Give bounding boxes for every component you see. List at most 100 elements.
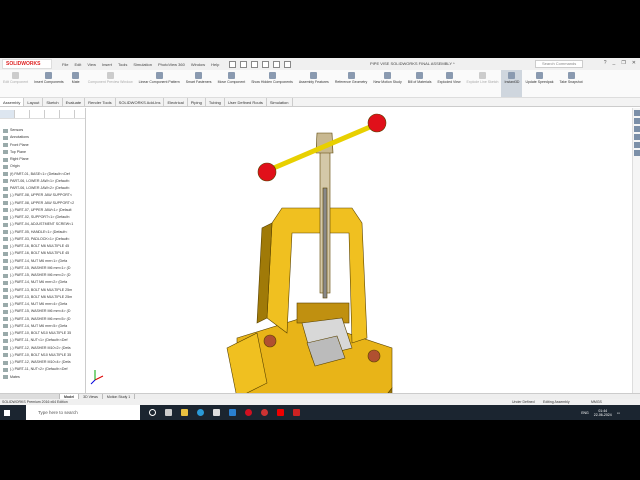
- tree-item[interactable]: (-) PART-16, BOLT M6 MULTIPLE 45: [3, 250, 85, 257]
- custom-properties-icon[interactable]: [634, 150, 640, 156]
- tree-item[interactable]: (-) PART-03, PADLOCK<1> (Default<: [3, 236, 85, 243]
- tree-item[interactable]: (-) PART-16, BOLT M6 MULTIPLE 45: [3, 243, 85, 250]
- store-icon[interactable]: [213, 409, 220, 416]
- task-view-icon[interactable]: [165, 409, 172, 416]
- command-reference-geometry[interactable]: Reference Geometry: [332, 70, 371, 97]
- feature-tree-tab[interactable]: [0, 110, 15, 118]
- tree-item[interactable]: Right Plane: [3, 156, 85, 163]
- command-linear-component-pattern[interactable]: Linear Component Pattern: [136, 70, 183, 97]
- menu-item-view[interactable]: View: [87, 62, 96, 67]
- tree-item[interactable]: (-) PART-14, NUT M6 mm<2> (Defa: [3, 279, 85, 286]
- menu-item-insert[interactable]: Insert: [102, 62, 112, 67]
- command-take-snapshot[interactable]: Take Snapshot: [556, 70, 585, 97]
- tree-item[interactable]: PART-06, LOWER JAW<1> (Default<: [3, 178, 85, 185]
- command-update-speedpak[interactable]: Update Speedpak: [522, 70, 556, 97]
- command-explode-line-sketch[interactable]: Explode Line Sketch: [464, 70, 502, 97]
- clock-date[interactable]: 22-06-2024: [594, 413, 612, 417]
- dimxpert-tab[interactable]: [45, 110, 60, 118]
- tree-item[interactable]: (-) PART-07, UPPER JAW<1> (Default: [3, 207, 85, 214]
- command-insert-components[interactable]: Insert Components: [31, 70, 67, 97]
- tab-render-tools[interactable]: Render Tools: [85, 98, 116, 106]
- tree-item[interactable]: (-) PART-13, BOLT M6 MULTIPLE 25m: [3, 294, 85, 301]
- tree-item[interactable]: (-) PART-11, NUT<2> (Default<<Def: [3, 366, 85, 373]
- appearances-icon[interactable]: [634, 142, 640, 148]
- command-new-motion-study[interactable]: New Motion Study: [370, 70, 404, 97]
- resources-icon[interactable]: [634, 110, 640, 116]
- tree-item[interactable]: (-) PART-11, NUT<1> (Default<<Def: [3, 337, 85, 344]
- tab-evaluate[interactable]: Evaluate: [63, 98, 86, 106]
- undo-icon[interactable]: [273, 60, 281, 68]
- notification-icon[interactable]: ▭: [617, 411, 620, 415]
- language-indicator[interactable]: ENG: [581, 411, 589, 415]
- tree-item[interactable]: Annotations: [3, 134, 85, 141]
- select-icon[interactable]: [284, 60, 292, 68]
- minimize-button[interactable]: _: [613, 60, 616, 66]
- solidworks-logo[interactable]: SOLIDWORKS: [2, 59, 52, 69]
- tree-item[interactable]: Mates: [3, 374, 85, 381]
- command-exploded-view[interactable]: Exploded View: [434, 70, 463, 97]
- tree-item[interactable]: Origin: [3, 163, 85, 170]
- menu-item-photoview-360[interactable]: PhotoView 360: [158, 62, 185, 67]
- command-mate[interactable]: Mate: [67, 70, 85, 97]
- file-explorer-icon[interactable]: [634, 126, 640, 132]
- tree-item[interactable]: (-) PART-12, WASHER M10<4> (Defa: [3, 359, 85, 366]
- tree-item[interactable]: PART-06, LOWER JAW<2> (Default<: [3, 185, 85, 192]
- opera-icon[interactable]: [245, 409, 252, 416]
- command-edit-component[interactable]: Edit Component: [0, 70, 31, 97]
- restore-button[interactable]: ❐: [621, 60, 625, 66]
- pipe-vise-model[interactable]: [87, 108, 632, 447]
- tree-item[interactable]: (-) PART-08, UPPER JAW SUPPORT<: [3, 192, 85, 199]
- command-bill-of-materials[interactable]: Bill of Materials: [405, 70, 435, 97]
- command-show-hidden-components[interactable]: Show Hidden Components: [248, 70, 296, 97]
- tab-simulation[interactable]: Simulation: [267, 98, 293, 106]
- tree-item[interactable]: (-) PART-15, WASHER M6 mm<4> (D: [3, 308, 85, 315]
- cortana-icon[interactable]: [149, 409, 156, 416]
- start-icon[interactable]: [4, 409, 10, 416]
- tree-item[interactable]: (-) PART-12, WASHER M10<2> (Defa: [3, 345, 85, 352]
- command-smart-fasteners[interactable]: Smart Fasteners: [183, 70, 215, 97]
- tree-item[interactable]: (-) PART-10, BOLT M10 MULTIPLE 35: [3, 352, 85, 359]
- property-tab[interactable]: [15, 110, 30, 118]
- graphics-area[interactable]: [87, 108, 632, 447]
- app-icon[interactable]: [261, 409, 268, 416]
- tree-item[interactable]: Top Plane: [3, 149, 85, 156]
- command-move-component[interactable]: Move Component: [215, 70, 249, 97]
- tree-item[interactable]: Sensors: [3, 127, 85, 134]
- tab-layout[interactable]: Layout: [24, 98, 44, 106]
- solidworks-taskbar-icon[interactable]: [293, 409, 300, 416]
- command-component-preview-window[interactable]: Component Preview Window: [85, 70, 136, 97]
- menu-item-tools[interactable]: Tools: [118, 62, 127, 67]
- tab-solidworks-add-ins[interactable]: SOLIDWORKS Add-Ins: [116, 98, 165, 106]
- file-explorer-icon[interactable]: [181, 409, 188, 416]
- save-icon[interactable]: [251, 60, 259, 68]
- tree-item[interactable]: (-) PART-14, NUT M6 mm<1> (Defa: [3, 258, 85, 265]
- tree-item[interactable]: (-) PART-04, ADJUSTMENT SCREW<1: [3, 221, 85, 228]
- open-icon[interactable]: [240, 60, 248, 68]
- menu-item-help[interactable]: Help: [211, 62, 219, 67]
- command-instant3d[interactable]: Instant3D: [501, 70, 523, 97]
- tab-piping[interactable]: Piping: [188, 98, 206, 106]
- tree-item[interactable]: (-) PART-10, BOLT M10 MULTIPLE 35: [3, 330, 85, 337]
- menu-item-window[interactable]: Window: [191, 62, 205, 67]
- tree-item[interactable]: (-) PART-15, WASHER M6 mm<5> (D: [3, 316, 85, 323]
- menu-item-edit[interactable]: Edit: [74, 62, 81, 67]
- design-library-icon[interactable]: [634, 118, 640, 124]
- search-commands-input[interactable]: Search Commands: [535, 60, 583, 68]
- tree-item[interactable]: (f) PART-01, BASE<1> (Default<<Def: [3, 171, 85, 178]
- edge-icon[interactable]: [197, 409, 204, 416]
- tree-item[interactable]: (-) PART-02, SUPPORT<1> (Default<: [3, 214, 85, 221]
- config-tab[interactable]: [30, 110, 45, 118]
- tree-item[interactable]: (-) PART-05, HANDLE<1> (Default<: [3, 229, 85, 236]
- tab-tubing[interactable]: Tubing: [206, 98, 225, 106]
- tree-item[interactable]: (-) PART-13, BOLT M6 MULTIPLE 25m: [3, 287, 85, 294]
- new-icon[interactable]: [229, 60, 237, 68]
- tab-electrical[interactable]: Electrical: [164, 98, 188, 106]
- tree-item[interactable]: Front Plane: [3, 142, 85, 149]
- taskbar-search[interactable]: Type here to search: [26, 405, 140, 420]
- tree-item[interactable]: (-) PART-14, NUT M6 mm<5> (Defa: [3, 323, 85, 330]
- tree-item[interactable]: (-) PART-08, UPPER JAW SUPPORT<2: [3, 200, 85, 207]
- print-icon[interactable]: [262, 60, 270, 68]
- display-tab[interactable]: [60, 110, 75, 118]
- menu-item-simulation[interactable]: Simulation: [133, 62, 152, 67]
- tree-item[interactable]: (-) PART-15, WASHER M6 mm<1> (D: [3, 265, 85, 272]
